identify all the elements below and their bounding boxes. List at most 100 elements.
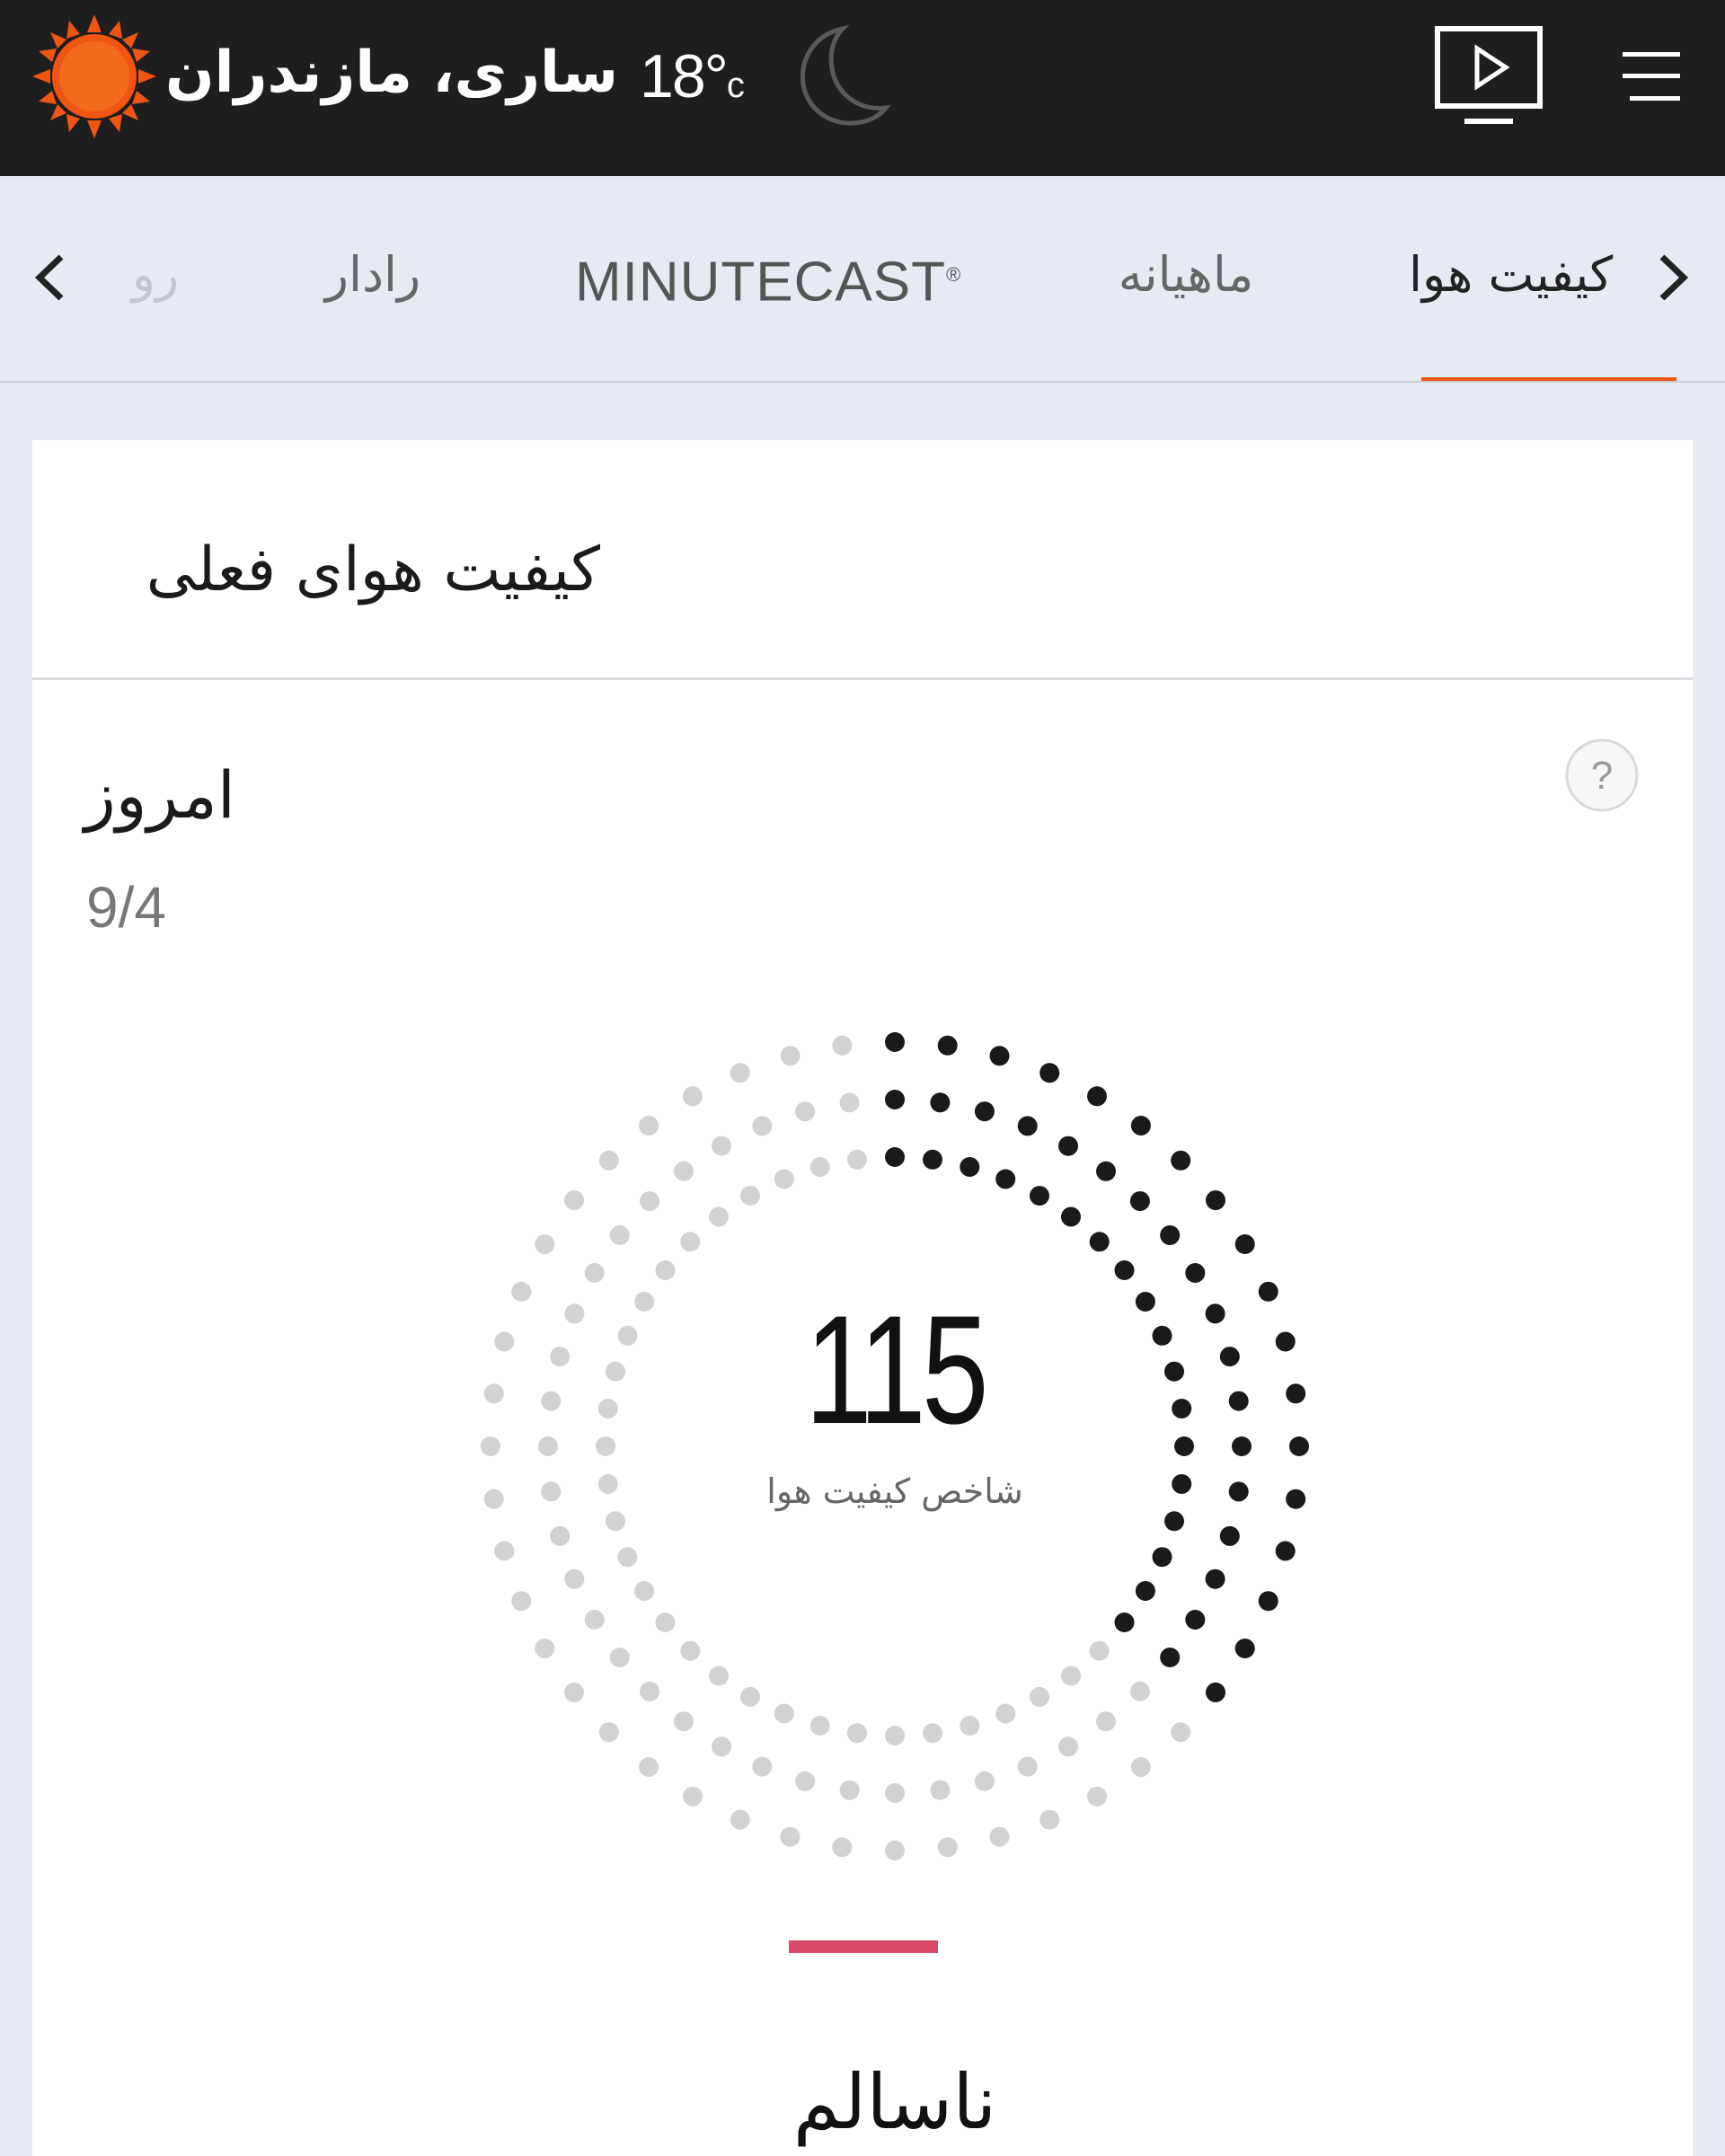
dial-dot bbox=[832, 1035, 853, 1056]
dial-dot bbox=[1206, 1682, 1225, 1702]
dial-dot bbox=[885, 1032, 905, 1052]
dial-dot bbox=[809, 1716, 830, 1736]
tab-daily[interactable]: رو bbox=[106, 230, 205, 320]
dial-dot bbox=[483, 1383, 504, 1404]
dial-dot bbox=[1058, 1736, 1078, 1757]
dial-dot bbox=[1205, 1568, 1225, 1589]
dial-dot bbox=[609, 1648, 630, 1667]
dial-dot bbox=[709, 1666, 729, 1686]
temperature-unit: c bbox=[726, 66, 745, 105]
dial-dot bbox=[960, 1157, 980, 1177]
dial-dot bbox=[1030, 1186, 1049, 1206]
dial-dot bbox=[937, 1035, 958, 1056]
active-tab-indicator bbox=[1421, 377, 1676, 381]
dial-dot bbox=[1164, 1361, 1184, 1382]
tab-minutecast-label: MINUTECAST bbox=[575, 251, 946, 314]
app-header: ساری، مازندران 18°c bbox=[0, 0, 1725, 176]
dial-dot bbox=[809, 1157, 830, 1177]
dial-dot bbox=[974, 1771, 995, 1791]
aqi-caption: شاخص کیفیت هوا bbox=[766, 1471, 1023, 1511]
dial-dot bbox=[740, 1186, 760, 1206]
dial-dot bbox=[1087, 1786, 1107, 1807]
dial-dot bbox=[1172, 1399, 1192, 1418]
dial-dot bbox=[640, 1191, 660, 1212]
dial-dot bbox=[847, 1723, 867, 1744]
aqi-value: 115 bbox=[805, 1284, 989, 1456]
video-play-icon[interactable] bbox=[1434, 25, 1544, 129]
dial-dot bbox=[795, 1101, 816, 1122]
tab-air-quality[interactable]: کیفیت هوا bbox=[1409, 230, 1624, 320]
dial-dot bbox=[795, 1771, 816, 1791]
dial-dot bbox=[511, 1591, 532, 1612]
dial-dot bbox=[564, 1190, 584, 1211]
dial-dot bbox=[1096, 1161, 1116, 1181]
crescent-moon-icon bbox=[800, 24, 891, 126]
dial-dot bbox=[780, 1046, 801, 1066]
aqi-status-color-bar bbox=[789, 1940, 938, 1953]
dial-dot bbox=[923, 1149, 942, 1170]
dial-dot bbox=[1206, 1190, 1225, 1211]
dial-dot bbox=[1228, 1391, 1249, 1411]
dial-dot bbox=[730, 1063, 750, 1083]
dial-dot bbox=[481, 1436, 500, 1456]
card-title: کیفیت هوای فعلی bbox=[146, 535, 600, 605]
dial-dot bbox=[1135, 1581, 1155, 1601]
dial-dot bbox=[989, 1046, 1010, 1066]
location-name[interactable]: ساری، مازندران bbox=[165, 32, 618, 113]
dial-dot bbox=[683, 1086, 703, 1107]
dial-dot bbox=[1130, 1757, 1151, 1777]
dial-dot bbox=[1174, 1436, 1194, 1456]
help-icon[interactable]: ? bbox=[1563, 737, 1641, 814]
dial-dot bbox=[598, 1722, 619, 1743]
dial-dot bbox=[1164, 1511, 1184, 1532]
tab-monthly[interactable]: ماهیانه bbox=[1078, 230, 1294, 320]
chevron-left-icon[interactable] bbox=[27, 246, 74, 309]
dial-dot bbox=[596, 1436, 615, 1456]
chevron-right-icon[interactable] bbox=[1650, 246, 1696, 309]
dial-dot bbox=[930, 1092, 951, 1113]
dial-dot bbox=[606, 1361, 625, 1382]
dial-dot bbox=[1258, 1281, 1278, 1302]
tab-minutecast[interactable]: MINUTECAST® bbox=[575, 230, 960, 320]
dial-dot bbox=[1087, 1086, 1107, 1107]
dial-dot bbox=[1172, 1474, 1192, 1494]
dial-dot bbox=[730, 1809, 750, 1830]
sun-logo-icon[interactable] bbox=[31, 13, 158, 140]
dial-dot bbox=[617, 1325, 638, 1346]
dial-dot bbox=[995, 1703, 1016, 1724]
air-quality-card: کیفیت هوای فعلی ? امروز 9/4 115 شاخص کیف… bbox=[32, 440, 1693, 2156]
dial-dot bbox=[550, 1347, 571, 1367]
dial-dot bbox=[709, 1206, 729, 1227]
dial-dot bbox=[1030, 1686, 1049, 1707]
dial-dot bbox=[930, 1780, 951, 1800]
dial-dot bbox=[639, 1757, 659, 1777]
dial-dot bbox=[1234, 1234, 1255, 1254]
dial-dot bbox=[1114, 1613, 1135, 1632]
dial-dot bbox=[1017, 1756, 1038, 1777]
dial-dot bbox=[494, 1541, 515, 1561]
dial-dot bbox=[1058, 1135, 1078, 1156]
dial-dot bbox=[584, 1610, 605, 1630]
dial-dot bbox=[712, 1135, 731, 1156]
dial-dot bbox=[639, 1116, 659, 1135]
dial-dot bbox=[511, 1281, 532, 1302]
tab-radar[interactable]: رادار bbox=[296, 230, 449, 320]
dial-dot bbox=[1185, 1610, 1206, 1630]
dial-dot bbox=[1089, 1232, 1110, 1252]
dial-dot bbox=[780, 1826, 801, 1847]
dial-dot bbox=[1152, 1325, 1172, 1346]
dial-dot bbox=[885, 1783, 905, 1803]
dial-dot bbox=[1234, 1639, 1255, 1658]
dial-dot bbox=[847, 1149, 867, 1170]
dial-dot bbox=[1114, 1260, 1135, 1280]
dial-dot bbox=[839, 1780, 860, 1800]
current-temperature: 18°c bbox=[640, 36, 756, 117]
dial-dot bbox=[564, 1303, 585, 1324]
dial-dot bbox=[1061, 1666, 1081, 1686]
hamburger-menu-icon[interactable] bbox=[1617, 47, 1685, 106]
dial-dot bbox=[550, 1525, 571, 1546]
tab-bar: رو رادار MINUTECAST® ماهیانه کیفیت هوا bbox=[0, 176, 1725, 383]
dial-dot bbox=[1160, 1648, 1181, 1667]
dial-dot bbox=[752, 1756, 773, 1777]
dial-dot bbox=[1135, 1292, 1155, 1312]
